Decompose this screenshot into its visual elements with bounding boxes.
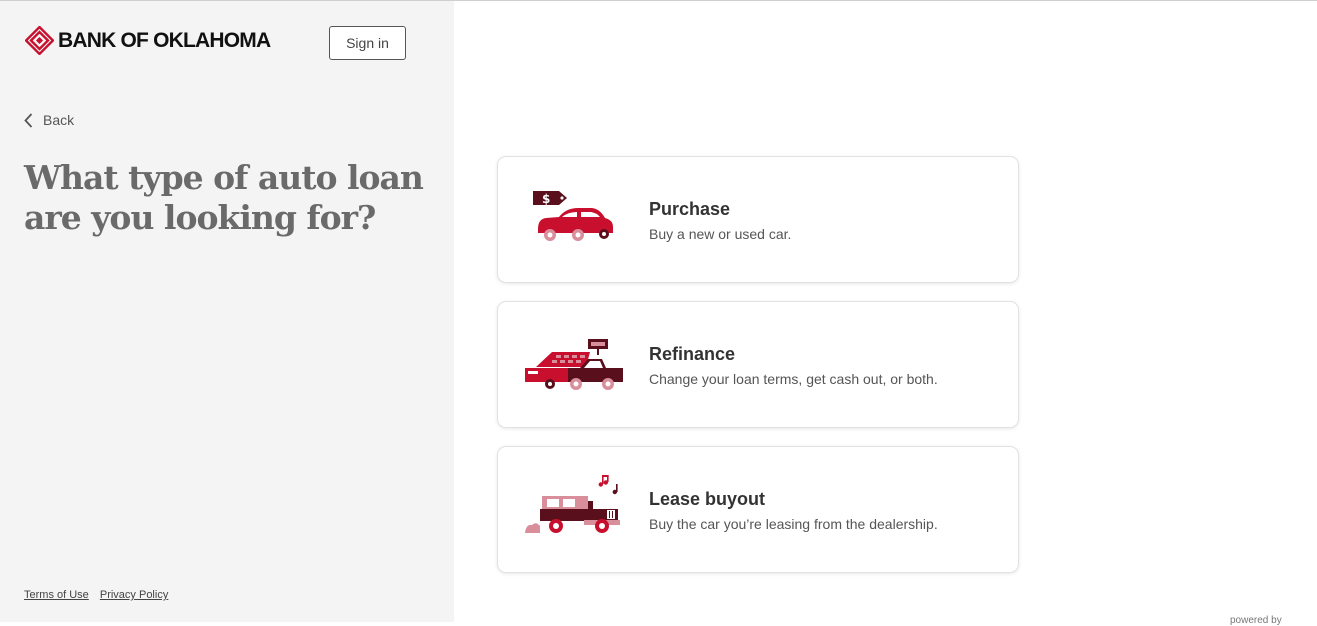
car-with-price-tag-icon: $ [522, 185, 626, 255]
back-link[interactable]: Back [24, 112, 74, 128]
option-card-purchase[interactable]: $ Purchase Buy a new or used car. [498, 157, 1018, 282]
page-title: What type of auto loan are you looking f… [24, 158, 424, 237]
privacy-policy-link[interactable]: Privacy Policy [100, 589, 168, 601]
sign-in-button[interactable]: Sign in [329, 26, 406, 60]
bank-logo[interactable]: BANK OF OKLAHOMA [25, 26, 271, 55]
sidebar: BANK OF OKLAHOMA Sign in Back What type … [0, 1, 454, 622]
option-card-lease-buyout[interactable]: Lease buyout Buy the car you’re leasing … [498, 447, 1018, 572]
back-label: Back [43, 112, 75, 128]
option-card-refinance[interactable]: Refinance Change your loan terms, get ca… [498, 302, 1018, 427]
option-description: Buy a new or used car. [649, 226, 792, 242]
footer-links: Terms of Use Privacy Policy [24, 589, 176, 601]
option-description: Change your loan terms, get cash out, or… [649, 371, 938, 387]
option-title: Purchase [649, 199, 731, 219]
bank-name: BANK OF OKLAHOMA [58, 28, 271, 52]
option-title: Lease buyout [649, 489, 766, 509]
chevron-left-icon [24, 112, 33, 128]
terms-of-use-link[interactable]: Terms of Use [24, 589, 89, 601]
option-description: Buy the car you’re leasing from the deal… [649, 516, 938, 532]
truck-with-calculator-icon [522, 330, 626, 400]
bank-logo-icon [25, 26, 54, 55]
jeep-with-music-notes-icon [522, 475, 626, 545]
option-title: Refinance [649, 344, 736, 364]
svg-text:$: $ [542, 192, 550, 206]
